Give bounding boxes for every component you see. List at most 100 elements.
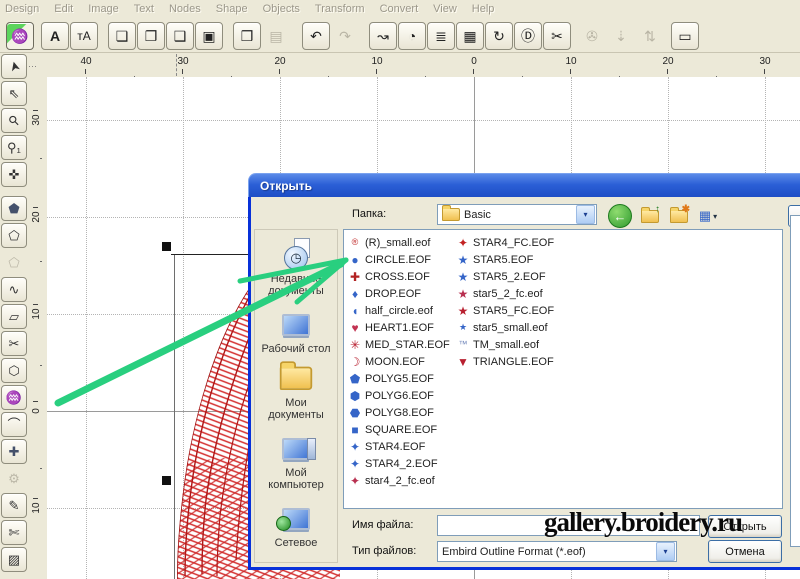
folder-combobox[interactable]: Basic ▾	[437, 204, 597, 225]
polygon-outline-tool[interactable]: ⬡	[1, 358, 27, 383]
menu-item[interactable]: View	[433, 3, 457, 15]
open-button[interactable]: ❐	[137, 22, 165, 50]
file-item[interactable]: ✦ STAR4.EOF	[348, 438, 450, 455]
menu-item[interactable]: Nodes	[169, 3, 201, 15]
views-button[interactable]: ▦ ▾	[697, 205, 719, 227]
menu-item[interactable]: Convert	[380, 3, 419, 15]
save-button[interactable]: ▣	[195, 22, 223, 50]
eye-cut-button[interactable]: ✂	[543, 22, 571, 50]
foot-down-button[interactable]: ⇣	[607, 22, 635, 50]
pan-tool[interactable]: ✜	[1, 162, 27, 187]
knife-tool[interactable]: ✄	[1, 520, 27, 545]
settings-tool[interactable]: ⚙	[1, 466, 27, 491]
file-item[interactable]: ✦ star4_2_fc.eof	[348, 472, 450, 489]
dialog-title-bar[interactable]: Открыть	[248, 173, 800, 198]
import-button[interactable]: ❑	[166, 22, 194, 50]
d-frame-button[interactable]: Ⓓ	[514, 22, 542, 50]
design-mode-button[interactable]: ♒	[6, 22, 34, 50]
file-item[interactable]: ▼ TRIANGLE.EOF	[456, 353, 554, 370]
pattern-button[interactable]: ▦	[456, 22, 484, 50]
selection-handle[interactable]	[162, 242, 171, 251]
up-one-level-button[interactable]: ↑	[639, 205, 661, 227]
selection-handle[interactable]	[162, 476, 171, 485]
hatch-fill-tool[interactable]: ▨	[1, 547, 27, 572]
file-item[interactable]: ✚ CROSS.EOF	[348, 268, 450, 285]
undo-button[interactable]: ↶	[302, 22, 330, 50]
shape-tool-disabled[interactable]: ⬠	[1, 250, 27, 275]
file-item[interactable]: ™ TM_small.eof	[456, 336, 554, 353]
text-ta-button[interactable]: ᴛA	[70, 22, 98, 50]
stitch-shape-tool[interactable]: ⬠	[1, 223, 27, 248]
file-item[interactable]: ● CIRCLE.EOF	[348, 251, 450, 268]
text-a-button[interactable]: A	[41, 22, 69, 50]
zoom-1to1-tool[interactable]: ⚲₁	[1, 135, 27, 160]
new-folder-button[interactable]: ✱	[668, 205, 690, 227]
node-edit-tool[interactable]: ⇖	[1, 81, 27, 106]
zigzag-stitch-tool[interactable]: ♒	[1, 385, 27, 410]
hoop-button[interactable]: ▭	[671, 22, 699, 50]
file-item[interactable]: ⬢ POLYG6.EOF	[348, 387, 450, 404]
file-item[interactable]: ✦ STAR4_FC.EOF	[456, 234, 554, 251]
cut-shape-tool[interactable]: ✂	[1, 331, 27, 356]
fill-shape-tool[interactable]: ⬟	[1, 196, 27, 221]
place-my-computer[interactable]: Мой компьютер	[256, 430, 336, 491]
file-item[interactable]: ★ star5_small.eof	[456, 319, 554, 336]
menu-item[interactable]: Objects	[263, 3, 300, 15]
curve-edit-button[interactable]: ↝	[369, 22, 397, 50]
file-item[interactable]: ⬣ POLYG8.EOF	[348, 404, 450, 421]
ruler-tick-label: 10	[367, 56, 387, 67]
back-button[interactable]: ←	[608, 204, 632, 228]
cancel-button[interactable]: Отмена	[708, 540, 782, 563]
file-item[interactable]: ✳ MED_STAR.EOF	[348, 336, 450, 353]
outline-shape-tool[interactable]: ▱	[1, 304, 27, 329]
menu-item[interactable]: Edit	[54, 3, 73, 15]
file-list[interactable]: ® (R)_small.eof ● CIRCLE.EOF ✚ CROSS.EOF	[343, 229, 783, 509]
file-item[interactable]: ♦ DROP.EOF	[348, 285, 450, 302]
file-item[interactable]: ⬟ POLYG5.EOF	[348, 370, 450, 387]
cross-shape-tool[interactable]: ✚	[1, 439, 27, 464]
paste-button[interactable]: ▤	[262, 22, 290, 50]
file-item[interactable]: ★ STAR5_FC.EOF	[456, 302, 554, 319]
menu-item[interactable]: Transform	[315, 3, 365, 15]
chevron-down-icon[interactable]: ▾	[576, 205, 595, 224]
file-item[interactable]: ★ STAR5.EOF	[456, 251, 554, 268]
menu-item[interactable]: Shape	[216, 3, 248, 15]
file-item[interactable]: ® (R)_small.eof	[348, 234, 450, 251]
menu-item[interactable]: Image	[88, 3, 119, 15]
menu-item[interactable]: Design	[5, 3, 39, 15]
file-item[interactable]: ✦ STAR4_2.EOF	[348, 455, 450, 472]
machine-button[interactable]: ✇	[578, 22, 606, 50]
zoom-tool[interactable]: ⚲	[1, 108, 27, 133]
file-name: (R)_small.eof	[365, 237, 430, 249]
file-item[interactable]: ■ SQUARE.EOF	[348, 421, 450, 438]
dialog-nav-toolbar: ← ↑ ✱ ▦ ▾	[608, 204, 719, 228]
menu-item[interactable]: Text	[134, 3, 154, 15]
rotate-button[interactable]: ↻	[485, 22, 513, 50]
redo-button[interactable]: ↷	[331, 22, 359, 50]
place-recent-documents[interactable]: ◷ Недавние документы	[256, 240, 336, 297]
open-button[interactable]: Открыть	[708, 515, 782, 538]
arc-tool[interactable]: ⌒	[1, 412, 27, 437]
wave-fill-tool[interactable]: ∿	[1, 277, 27, 302]
filetype-combobox[interactable]: Embird Outline Format (*.eof) ▾	[437, 541, 677, 562]
copy-button[interactable]: ❒	[233, 22, 261, 50]
gauge-button[interactable]: ◔	[398, 22, 426, 50]
place-desktop[interactable]: Рабочий стол	[256, 306, 336, 355]
file-item[interactable]: ★ STAR5_2.EOF	[456, 268, 554, 285]
filetype-label: Тип файлов:	[352, 545, 416, 557]
select-tool[interactable]: ➤	[1, 54, 27, 79]
filename-input[interactable]	[437, 515, 700, 536]
menu-item[interactable]: Help	[472, 3, 495, 15]
file-item[interactable]: ☽ MOON.EOF	[348, 353, 450, 370]
pen-tool[interactable]: ✎	[1, 493, 27, 518]
folder-combobox-value: Basic	[460, 209, 575, 221]
place-network[interactable]: Сетевое	[256, 500, 336, 549]
file-item[interactable]: ◖ half_circle.eof	[348, 302, 450, 319]
new-button[interactable]: ❏	[108, 22, 136, 50]
chevron-down-icon[interactable]: ▾	[656, 542, 675, 561]
file-item[interactable]: ♥ HEART1.EOF	[348, 319, 450, 336]
file-item[interactable]: ★ star5_2_fc.eof	[456, 285, 554, 302]
axis-flip-button[interactable]: ⇅	[636, 22, 664, 50]
sew-layers-button[interactable]: ≣	[427, 22, 455, 50]
place-my-documents[interactable]: Мои документы	[256, 364, 336, 421]
